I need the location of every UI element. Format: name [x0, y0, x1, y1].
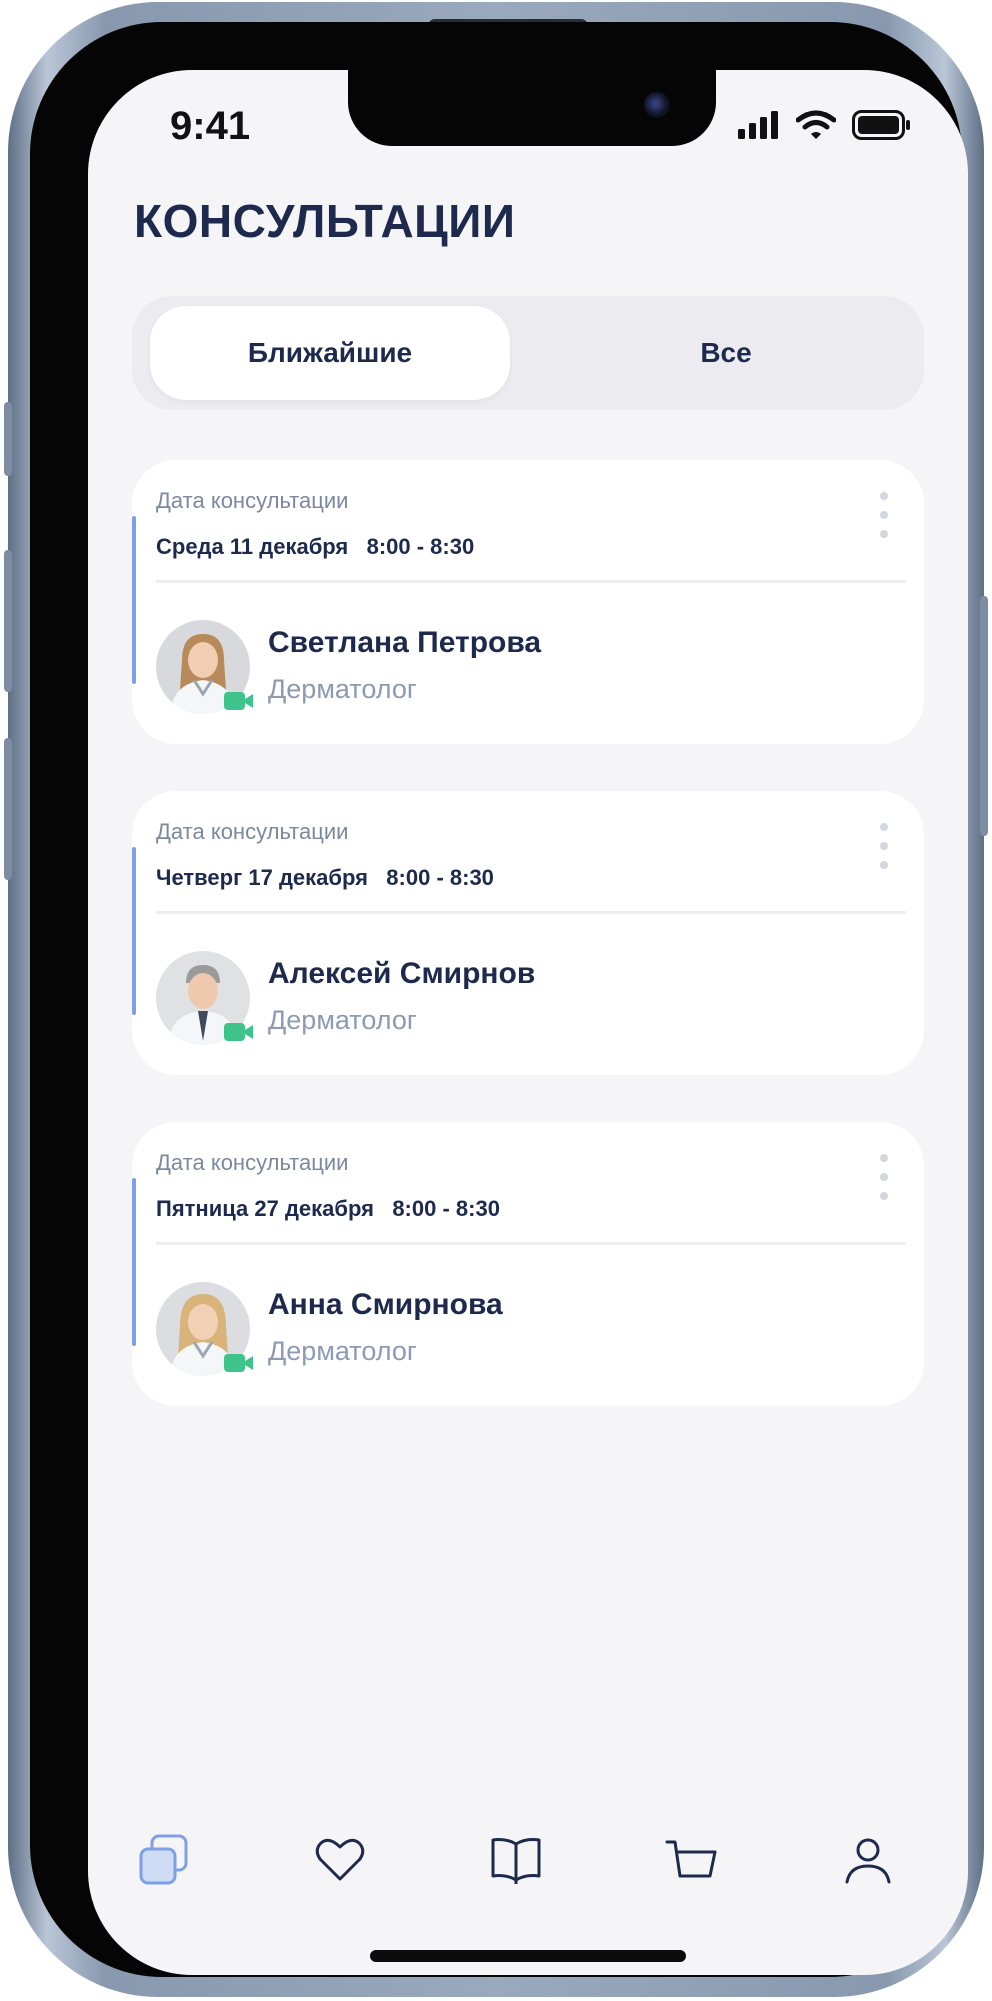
consultation-date-label: Дата консультации [156, 819, 349, 844]
doctor-specialty: Дерматолог [268, 674, 417, 704]
battery-icon [852, 110, 912, 145]
video-call-icon [224, 1021, 254, 1043]
consultation-date: Среда 11 декабря 8:00 - 8:30 [156, 534, 475, 559]
tab-all[interactable]: Все [546, 306, 906, 400]
book-icon[interactable] [486, 1830, 546, 1890]
tab-upcoming[interactable]: Ближайшие [150, 306, 510, 400]
volume-up-button [4, 550, 12, 692]
consultation-date-label: Дата консультации [156, 1150, 349, 1175]
consultation-card[interactable]: Дата консультации Пятница 27 декабря 8:0… [132, 1122, 924, 1406]
doctor-name: Анна Смирнова [268, 1288, 503, 1321]
card-accent-bar [132, 516, 136, 684]
page-title: КОНСУЛЬТАЦИИ [134, 195, 516, 247]
video-call-icon [224, 1352, 254, 1374]
consultation-card[interactable]: Дата консультации Четверг 17 декабря 8:0… [132, 791, 924, 1075]
cart-icon[interactable] [662, 1830, 722, 1890]
heart-icon[interactable] [310, 1830, 370, 1890]
card-accent-bar [132, 847, 136, 1015]
consultation-date: Четверг 17 декабря 8:00 - 8:30 [156, 865, 494, 890]
doctor-specialty: Дерматолог [268, 1336, 417, 1366]
card-divider [156, 580, 906, 583]
front-camera [644, 92, 670, 118]
power-button [980, 596, 988, 836]
signal-icon [738, 111, 780, 144]
bottom-tab-bar [88, 1830, 968, 1910]
video-call-icon [224, 690, 254, 712]
phone-frame: 9:41 КОНСУЛЬТАЦИИ Ближайшие Все Дата кон… [4, 2, 988, 1997]
card-divider [156, 911, 906, 914]
volume-down-button [4, 738, 12, 880]
profile-icon[interactable] [838, 1830, 898, 1890]
doctor-name: Светлана Петрова [268, 626, 542, 659]
more-options-button[interactable] [874, 1154, 894, 1200]
notch [348, 70, 716, 146]
consultation-date-label: Дата консультации [156, 488, 349, 513]
mute-switch [4, 402, 12, 476]
more-options-button[interactable] [874, 823, 894, 869]
segmented-control: Ближайшие Все [132, 296, 924, 410]
bezel: 9:41 КОНСУЛЬТАЦИИ Ближайшие Все Дата кон… [30, 22, 968, 1977]
card-accent-bar [132, 1178, 136, 1346]
home-indicator[interactable] [370, 1950, 686, 1962]
doctor-specialty: Дерматолог [268, 1005, 417, 1035]
status-icons [738, 110, 912, 145]
consultations-icon[interactable] [134, 1830, 194, 1890]
card-divider [156, 1242, 906, 1245]
wifi-icon [795, 110, 837, 145]
more-options-button[interactable] [874, 492, 894, 538]
doctor-name: Алексей Смирнов [268, 957, 536, 990]
screen: 9:41 КОНСУЛЬТАЦИИ Ближайшие Все Дата кон… [88, 70, 968, 1975]
status-time: 9:41 [170, 104, 251, 148]
consultation-card[interactable]: Дата консультации Среда 11 декабря 8:00 … [132, 460, 924, 744]
consultation-date: Пятница 27 декабря 8:00 - 8:30 [156, 1196, 500, 1221]
